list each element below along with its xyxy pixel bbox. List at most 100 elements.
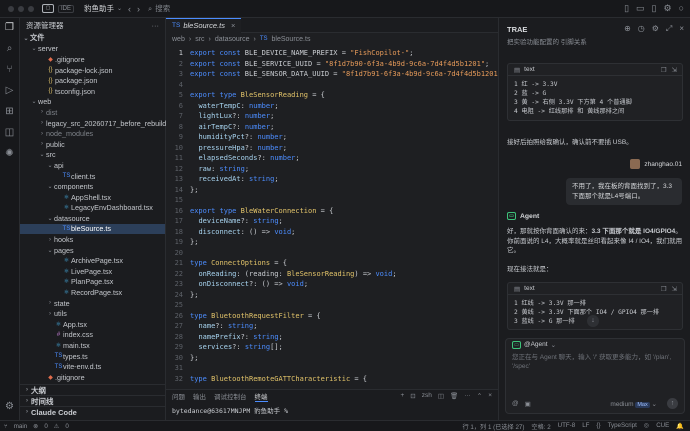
code-line[interactable]: 9 humidityPct?: number;	[166, 132, 498, 143]
mention-at-icon[interactable]: @	[512, 400, 519, 407]
tree-folder[interactable]: ⌄ datasource	[20, 213, 165, 224]
more-actions-icon[interactable]: ···	[152, 21, 160, 30]
code-line[interactable]: 32 type BluetoothRemoteGATTCharacteristic…	[166, 374, 498, 385]
breadcrumb-file[interactable]: bleSource.ts	[272, 36, 311, 43]
code-line[interactable]: 10 pressureHpa?: number;	[166, 143, 498, 154]
tree-folder[interactable]: › utils	[20, 308, 165, 319]
branch-name[interactable]: main	[14, 423, 27, 430]
tree-file[interactable]: ⚛ AppShell.tsx	[20, 192, 165, 203]
code-line[interactable]: 19};	[166, 237, 498, 248]
chevron-down-icon[interactable]: ⌄	[38, 151, 46, 158]
tree-file[interactable]: TS bleSource.ts	[20, 223, 165, 235]
code-line[interactable]: 25	[166, 300, 498, 311]
code-editor[interactable]: 1 export const BLE_DEVICE_NAME_PREFIX = "…	[166, 48, 498, 398]
code-line[interactable]: 17 deviceName?: string;	[166, 216, 498, 227]
chevron-down-icon[interactable]: ⌄	[551, 341, 556, 349]
agent-mention[interactable]: @Agent	[524, 341, 548, 348]
code-line[interactable]: 20	[166, 248, 498, 259]
chevron-down-icon[interactable]: ⌄	[30, 45, 38, 52]
tree-file[interactable]: ⚛ LegacyEnvDashboard.tsx	[20, 203, 165, 214]
project-switcher[interactable]: 豹鱼助手	[84, 3, 114, 14]
tree-file[interactable]: {} tsconfig.json	[20, 86, 165, 97]
chevron-down-icon[interactable]: ⌄	[30, 98, 38, 105]
chevron-down-icon[interactable]: ⌄	[46, 183, 54, 190]
encoding[interactable]: UTF-8	[558, 422, 576, 431]
scroll-down-icon[interactable]: ↓	[587, 315, 599, 327]
code-line[interactable]: 30};	[166, 353, 498, 364]
back-arrow-icon[interactable]: ‹	[128, 4, 131, 14]
code-line[interactable]: 18 disconnect: () => void;	[166, 227, 498, 238]
chevron-right-icon[interactable]: ›	[46, 300, 54, 306]
terminal-shell-name[interactable]: zsh	[422, 392, 432, 400]
panel-tab-problems[interactable]: 问题	[172, 391, 185, 401]
tree-file[interactable]: ◆ .gitignore	[20, 372, 165, 383]
code-line[interactable]: 26 type BluetoothRequestFilter = {	[166, 311, 498, 322]
chevron-right-icon[interactable]: ›	[46, 311, 54, 317]
send-button[interactable]: ↑	[667, 398, 678, 409]
tree-file[interactable]: ⚛ PlanPage.tsx	[20, 277, 165, 288]
code-line[interactable]: 13 receivedAt: string;	[166, 174, 498, 185]
tree-file[interactable]: {} package-lock.json	[20, 65, 165, 76]
breadcrumb-src[interactable]: src	[195, 36, 204, 43]
panel-tab-output[interactable]: 输出	[193, 391, 206, 401]
chevron-right-icon[interactable]: ›	[38, 109, 46, 115]
chevron-right-icon[interactable]: ›	[38, 120, 46, 126]
maximize-panel-icon[interactable]: ⌃	[477, 392, 482, 400]
image-icon[interactable]: ▣	[525, 400, 531, 408]
tree-file[interactable]: {} package.json	[20, 75, 165, 86]
tree-folder[interactable]: ⌄ pages	[20, 245, 165, 256]
chevron-right-icon[interactable]: ›	[46, 237, 54, 243]
language-mode[interactable]: TypeScript	[608, 422, 637, 431]
settings-gear-icon[interactable]: ⚙	[663, 3, 671, 14]
tree-file[interactable]: TS types.ts	[20, 351, 165, 362]
code-line[interactable]: 28 namePrefix?: string;	[166, 332, 498, 343]
chat-input-box[interactable]: ▭ @Agent ⌄ 您正在与 Agent 聊天，输入 '/' 获取更多能力，如…	[505, 338, 685, 414]
code-line[interactable]: 15	[166, 195, 498, 206]
toggle-panel-icon[interactable]: ▭	[636, 3, 645, 14]
chevron-down-icon[interactable]: ⌄	[117, 5, 122, 12]
warning-icon[interactable]: ⚠	[54, 423, 60, 430]
breadcrumb-web[interactable]: web	[172, 36, 185, 43]
code-line[interactable]: 24};	[166, 290, 498, 301]
code-line[interactable]: 11 elapsedSeconds?: number;	[166, 153, 498, 164]
code-line[interactable]: 5 export type BleSensorReading = {	[166, 90, 498, 101]
panel-tab-debug-console[interactable]: 调试控制台	[214, 391, 247, 401]
more-icon[interactable]: ···	[464, 392, 471, 400]
code-line[interactable]: 8 airTempC?: number;	[166, 122, 498, 133]
code-line[interactable]: 29 services?: string [];	[166, 342, 498, 353]
breadcrumb-datasource[interactable]: datasource	[215, 36, 250, 43]
claude-icon[interactable]: ✺	[5, 148, 13, 159]
chevron-down-icon[interactable]: ⌄	[22, 35, 30, 42]
code-line[interactable]: 22 onReading: (reading: BleSensorReading…	[166, 269, 498, 280]
tree-file[interactable]: ◆ .gitignore	[20, 54, 165, 65]
indent-setting[interactable]: 空格: 2	[531, 422, 550, 431]
panel-tab-terminal[interactable]: 终端	[254, 391, 268, 402]
chevron-down-icon[interactable]: ⌄	[46, 162, 54, 169]
forward-arrow-icon[interactable]: ›	[137, 4, 140, 14]
warning-count[interactable]: 0	[65, 423, 68, 430]
tree-file[interactable]: ⚛ main.tsx	[20, 340, 165, 351]
code-line[interactable]: 16 export type BleWaterConnection = {	[166, 206, 498, 217]
history-icon[interactable]: ◷	[638, 24, 645, 34]
tree-folder[interactable]: ⌄ web	[20, 97, 165, 108]
chat-input[interactable]: 您正在与 Agent 聊天，输入 '/' 获取更多能力，如 '/plan', '…	[506, 350, 684, 374]
tree-file[interactable]: ⚛ App.tsx	[20, 319, 165, 330]
chevron-right-icon[interactable]: ›	[38, 141, 46, 147]
outline-section[interactable]: › 大纲	[20, 384, 165, 395]
code-line[interactable]: 12 raw: string;	[166, 164, 498, 175]
code-line[interactable]: 1 export const BLE_DEVICE_NAME_PREFIX = "…	[166, 48, 498, 59]
code-line[interactable]: 21 type ConnectOptions = {	[166, 258, 498, 269]
code-line[interactable]: 31	[166, 363, 498, 374]
tree-folder[interactable]: › hooks	[20, 234, 165, 245]
insert-icon[interactable]: ⇲	[672, 66, 677, 74]
code-line[interactable]: 6 waterTempC: number;	[166, 101, 498, 112]
expand-icon[interactable]: ⤢	[666, 24, 672, 34]
tree-folder[interactable]: ⌄ api	[20, 160, 165, 171]
error-icon[interactable]: ⊗	[33, 423, 38, 430]
trash-icon[interactable]: 🗑	[450, 392, 458, 400]
close-window-button[interactable]	[8, 5, 14, 12]
new-chat-icon[interactable]: ⊕	[624, 24, 631, 34]
ime-indicator[interactable]: CUE	[656, 422, 669, 431]
tree-file[interactable]: TS vite-env.d.ts	[20, 361, 165, 372]
window-controls[interactable]	[8, 5, 34, 12]
